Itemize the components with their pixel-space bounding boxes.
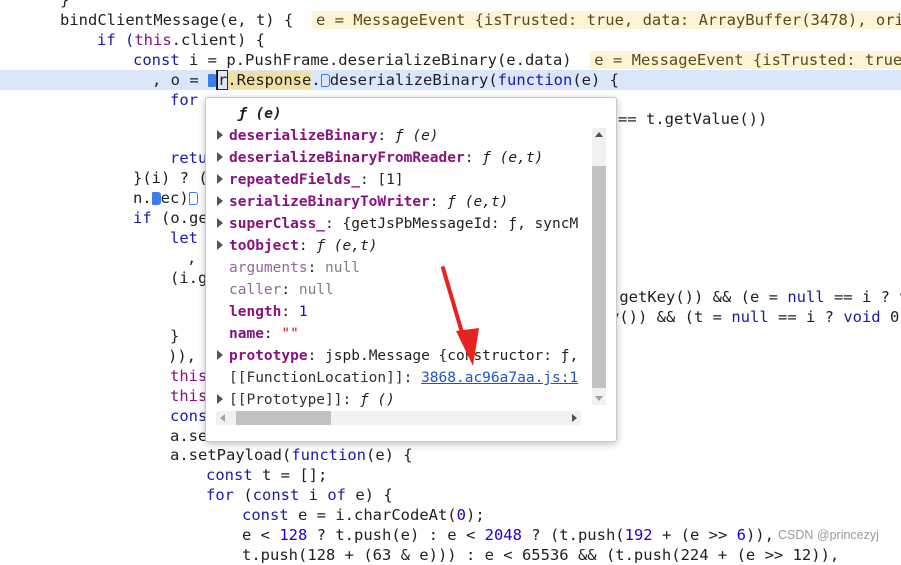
- watermark: CSDN @princezyj: [778, 528, 879, 542]
- annotation-arrow: [441, 266, 479, 366]
